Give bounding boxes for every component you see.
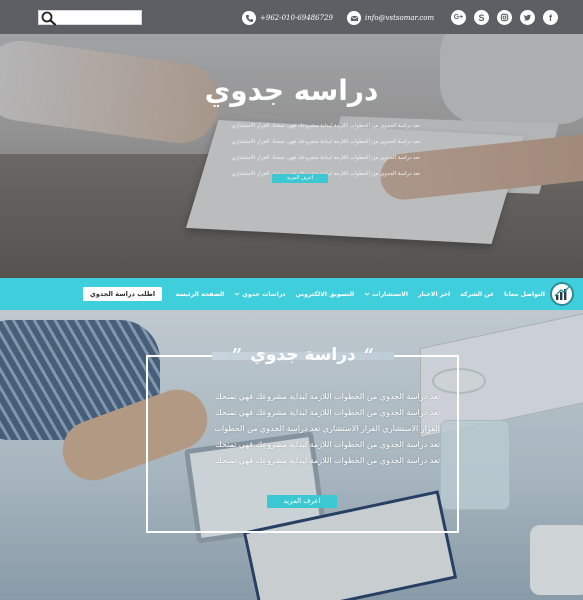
feature-learn-more-button[interactable]: اعرف المزيد — [267, 495, 337, 508]
hero-title: دراسه جدوي — [204, 74, 379, 107]
skype-icon[interactable]: S — [474, 10, 489, 25]
feature-section: ” دراسة جدوي “ تعد دراسة الجدوي من الخطو… — [0, 310, 583, 600]
close-quote-mark: ” — [231, 344, 243, 366]
hero-learn-more-button[interactable]: اعرف المزيد — [272, 174, 328, 183]
twitter-icon[interactable] — [520, 10, 535, 25]
nav-item-label: دراسات جدوي — [242, 290, 286, 298]
feature-heading: ” دراسة جدوي “ — [204, 341, 402, 369]
open-quote-mark: “ — [363, 344, 375, 366]
hero-text-line: تعد دراسة الجدوي من الخطوات اللازمة لبدا… — [231, 139, 420, 145]
email-address: info@vstsomar.com — [365, 14, 435, 22]
mail-icon — [347, 11, 361, 25]
chevron-down-icon — [364, 292, 370, 296]
feature-text-line: تعد دراسة الجدوي من الخطوات اللازمة لبدا… — [215, 392, 440, 401]
contact-email[interactable]: info@vstsomar.com — [347, 11, 434, 25]
top-bar: +962-010-69486729 info@vstsomar.com G+ S… — [0, 0, 583, 34]
feature-text-line: تعد دراسة الجدوي من الخطوات اللازمة لبدا… — [215, 440, 440, 449]
order-study-button[interactable]: اطلب دراسة الجدوي — [83, 287, 162, 301]
nav-item-label: الصفحة الرئيسة — [175, 290, 225, 298]
hero-banner: دراسه جدوي تعد دراسة الجدوي من الخطوات ا… — [0, 34, 583, 278]
nav-item-contact-us[interactable]: التواصل معانا — [504, 291, 545, 298]
facebook-icon[interactable]: f — [543, 10, 558, 25]
search-icon[interactable] — [40, 11, 58, 26]
feature-description: تعد دراسة الجدوي من الخطوات اللازمة لبدا… — [172, 389, 440, 469]
hero-text-line: تعد دراسة الجدوي من الخطوات اللازمة لبدا… — [231, 123, 420, 129]
phone-icon — [242, 11, 256, 25]
feature-text-line: تعد دراسة الجدوي من الخطوات اللازمة لبدا… — [215, 408, 440, 417]
phone-number: +962-010-69486729 — [260, 14, 333, 22]
search-input[interactable] — [59, 12, 139, 23]
nav-item-feasibility-studies[interactable]: دراسات جدوي — [234, 291, 285, 298]
nav-item-label: التسويق الالكتروني — [295, 290, 355, 298]
feature-title: دراسة جدوي — [250, 345, 356, 365]
nav-item-e-marketing[interactable]: التسويق الالكتروني — [295, 291, 354, 298]
nav-item-about-company[interactable]: عن الشركة — [460, 291, 494, 298]
nav-item-label: التواصل معانا — [504, 290, 545, 298]
site-logo[interactable] — [550, 282, 574, 306]
chevron-down-icon — [234, 292, 240, 296]
nav-item-label: اخر الاخبار — [418, 290, 451, 298]
social-links: G+ S f — [451, 10, 558, 25]
hero-text-line: تعد دراسة الجدوي من الخطوات اللازمة لبدا… — [231, 155, 420, 161]
search-box[interactable] — [38, 10, 142, 26]
instagram-icon[interactable] — [497, 10, 512, 25]
main-navigation: اطلب دراسة الجدوي الصفحة الرئيسة دراسات … — [0, 278, 583, 310]
nav-item-latest-news[interactable]: اخر الاخبار — [418, 291, 450, 298]
nav-item-consultations[interactable]: الاستشارات — [364, 291, 408, 298]
hero-description: تعد دراسة الجدوي من الخطوات اللازمة لبدا… — [190, 118, 420, 182]
google-plus-icon[interactable]: G+ — [451, 10, 466, 25]
feature-text-line: القرار الاستشاري القرار الاستشاري تعد در… — [214, 424, 440, 433]
nav-item-home[interactable]: الصفحة الرئيسة — [176, 291, 225, 298]
feature-text-line: تعد دراسة الجدوي من الخطوات اللازمة لبدا… — [215, 456, 440, 465]
nav-item-label: عن الشركة — [460, 290, 495, 298]
logo-chart-icon — [554, 286, 570, 300]
nav-links: الصفحة الرئيسة دراسات جدوي التسويق الالك… — [176, 278, 545, 310]
nav-item-label: الاستشارات — [372, 290, 408, 298]
contact-phone[interactable]: +962-010-69486729 — [242, 11, 333, 25]
